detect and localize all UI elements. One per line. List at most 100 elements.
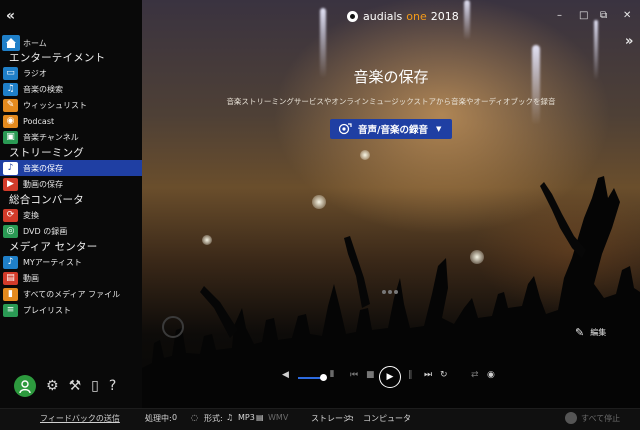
repeat-icon[interactable]: ↻ [440,370,448,380]
play-button[interactable]: ▶ [379,366,401,388]
brand-name: audials [363,10,403,23]
equalizer-icon[interactable]: ⦀ [330,370,334,380]
shuffle-icon[interactable]: ⇄ [471,370,479,380]
maximize-button[interactable]: □ [579,10,588,21]
hero-background [142,0,640,408]
section-converter: 総合コンバータ [9,194,84,206]
volume-slider[interactable] [298,377,322,379]
stop-all-button[interactable]: すべて停止 [565,412,620,424]
radio-icon: ▭ [3,66,18,80]
sidebar-item-videos[interactable]: ▤ 動画 [0,270,142,286]
cd-icon [162,316,184,338]
sidebar-item-label: 音楽チャンネル [23,132,79,142]
convert-icon: ⟳ [3,208,18,222]
record-audio-button[interactable]: 音声/音楽の録音 ▼ [330,119,452,139]
sidebar-item-label: ウィッシュリスト [23,100,87,110]
sidebar-item-dvd[interactable]: ◎ DVD の録画 [0,223,142,239]
dvd-icon: ◎ [3,224,18,238]
home-label[interactable]: ホーム [23,38,47,49]
sidebar-tools: ⚙ ⚒ ▯ ? [14,375,116,397]
film-icon: ▤ [256,413,264,422]
volume-slider-handle[interactable] [320,374,327,381]
sidebar-item-all-media[interactable]: ▮ すべてのメディア ファイル [0,286,142,302]
edit-button[interactable]: ✎ 編集 [575,326,606,339]
restore-button[interactable]: ⧉ [600,10,607,21]
sidebar-item-video-record[interactable]: ▶ 動画の保存 [0,176,142,192]
help-icon[interactable]: ? [109,378,116,394]
title-bar: audials one 2018 – □ ⧉ ✕ » [142,0,640,49]
sidebar-item-music-search[interactable]: ♫ 音楽の検索 [0,81,142,97]
sidebar-item-music-channel[interactable]: ▣ 音楽チャンネル [0,129,142,145]
playlist-icon: ≡ [3,303,18,317]
music-search-icon: ♫ [3,82,18,96]
section-media-center: メディア センター [9,241,98,253]
sidebar-item-label: 変換 [23,210,39,220]
artist-icon: ♪ [3,255,18,269]
minimize-button[interactable]: – [557,10,562,21]
sidebar-item-label: 音楽の保存 [23,163,63,173]
music-note-icon: ♫ [226,413,234,422]
stop-all-icon [565,412,577,424]
podcast-icon: ◉ [3,114,18,128]
sidebar: « ホーム エンターテイメント ▭ ラジオ ♫ 音楽の検索 ✎ ウィッシュリスト… [0,0,142,408]
film-icon: ▤ [3,271,18,285]
page-subtitle: 音楽ストリーミングサービスやオンラインミュージックストアから音楽やオーディオブッ… [226,97,556,106]
sidebar-item-label: Podcast [23,116,55,126]
brand-year: 2018 [430,10,459,23]
collapse-sidebar-button[interactable]: « [6,8,15,24]
media-files-icon: ▮ [3,287,18,301]
storage-value[interactable]: コンピュータ [363,413,411,424]
app-brand: audials one 2018 [347,10,459,23]
record-music-icon [339,123,352,135]
feedback-link[interactable]: フィードバックの送信 [40,413,120,424]
computer-icon: ▭ [346,413,354,422]
video-record-icon: ▶ [3,177,18,191]
wishlist-icon: ✎ [3,98,18,112]
user-account-icon[interactable] [14,375,36,397]
status-bar: フィードバックの送信 処理中: 0 ◌ 形式: ♫ MP3 ▤ WMV ストレー… [0,408,640,430]
sidebar-item-convert[interactable]: ⟳ 変換 [0,207,142,223]
sidebar-item-music-record[interactable]: ♪ 音楽の保存 [0,160,142,176]
stop-icon[interactable]: ■ [366,370,375,380]
stop-all-label: すべて停止 [581,413,621,423]
sidebar-item-label: プレイリスト [23,305,71,315]
page-title: 音楽の保存 [353,68,429,86]
format-label: 形式: [204,414,223,423]
devices-icon[interactable]: ▯ [91,378,99,394]
record-audio-label: 音声/音楽の録音 [358,125,428,136]
edit-label: 編集 [590,328,607,337]
format-audio-value[interactable]: MP3 [238,413,255,422]
expand-panel-button[interactable]: » [625,34,633,49]
sidebar-item-playlists[interactable]: ≡ プレイリスト [0,302,142,318]
section-entertainment: エンターテイメント [9,52,106,64]
settings-gear-icon[interactable]: ⚙ [46,378,59,394]
sidebar-item-podcast[interactable]: ◉ Podcast [0,113,142,129]
next-track-icon[interactable]: ⏭ [424,370,432,380]
visibility-eye-icon[interactable]: ◉ [487,370,495,380]
pause-icon[interactable]: ‖ [408,370,413,380]
media-player: ◀ ⦀ ⏮ ■ ▶ ‖ ⏭ ↻ ⇄ ◉ [282,366,502,390]
previous-track-icon[interactable]: ⏮ [350,370,358,380]
processing-count: 0 [172,413,178,422]
sidebar-item-radio[interactable]: ▭ ラジオ [0,65,142,81]
play-icon: ▶ [386,372,394,382]
close-button[interactable]: ✕ [623,10,631,21]
home-icon[interactable] [2,35,20,51]
sidebar-item-label: DVD の録画 [23,226,68,236]
tools-icon[interactable]: ⚒ [69,378,82,394]
music-record-icon: ♪ [3,161,18,175]
sidebar-item-label: MYアーティスト [23,257,82,267]
chevron-down-icon[interactable]: ▼ [436,125,441,133]
audials-logo-icon [347,11,358,22]
processing-spinner-icon: ◌ [191,413,198,422]
sidebar-item-wishlist[interactable]: ✎ ウィッシュリスト [0,97,142,113]
carousel-dots[interactable] [382,290,400,294]
volume-icon[interactable]: ◀ [282,370,289,380]
format-video-value[interactable]: WMV [268,413,288,422]
brand-edition: one [406,10,427,23]
sidebar-item-artists[interactable]: ♪ MYアーティスト [0,254,142,270]
sidebar-item-label: ラジオ [23,68,47,78]
music-channel-icon: ▣ [3,130,18,144]
pencil-icon: ✎ [575,326,585,339]
section-streaming: ストリーミング [9,147,84,159]
